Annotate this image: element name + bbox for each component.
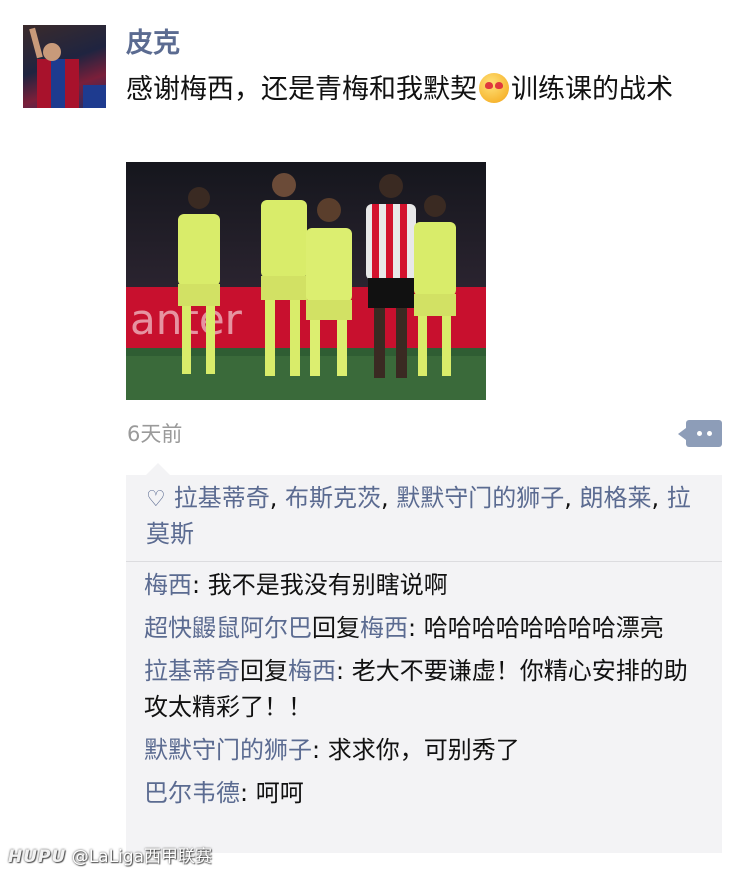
post-time: 6天前	[127, 422, 183, 446]
comment-reply-to[interactable]: 梅西	[360, 614, 408, 642]
post-text-part1: 感谢梅西，还是青梅和我默契	[126, 74, 477, 105]
comment-reply-word: 回复	[240, 657, 288, 685]
likes-comments-divider	[126, 561, 722, 562]
liker-separator: ,	[651, 484, 667, 512]
comment-text: 哈哈哈哈哈哈哈哈漂亮	[423, 614, 664, 642]
comment-item[interactable]: 巴尔韦德: 呵呵	[144, 775, 709, 811]
match-photo-illustration: anter	[126, 162, 486, 400]
comment-author[interactable]: 默默守门的狮子	[144, 736, 312, 764]
liker-separator: ,	[564, 484, 580, 512]
comment-author[interactable]: 巴尔韦德	[144, 779, 240, 807]
post-author-name[interactable]: 皮克	[126, 24, 180, 64]
comment-colon: :	[336, 657, 352, 685]
liker-separator: ,	[381, 484, 397, 512]
liker-name[interactable]: 拉基蒂奇	[174, 484, 270, 512]
comment-colon: :	[192, 571, 208, 599]
comment-item[interactable]: 超快鼹鼠阿尔巴回复梅西: 哈哈哈哈哈哈哈哈漂亮	[144, 610, 709, 646]
comment-item[interactable]: 拉基蒂奇回复梅西: 老大不要谦虚！你精心安排的助攻太精彩了！！	[144, 653, 709, 725]
post-photo[interactable]: anter	[126, 162, 486, 400]
comment-author[interactable]: 超快鼹鼠阿尔巴	[144, 614, 312, 642]
likes-list: ♡ 拉基蒂奇, 布斯克茨, 默默守门的狮子, 朗格莱, 拉莫斯	[146, 481, 706, 552]
liker-separator: ,	[269, 484, 285, 512]
watermark-account: @LaLiga西甲联赛	[71, 847, 212, 867]
comments-list: 梅西: 我不是我没有别瞎说啊 超快鼹鼠阿尔巴回复梅西: 哈哈哈哈哈哈哈哈漂亮 拉…	[144, 567, 709, 818]
comment-colon: :	[240, 779, 256, 807]
watermark-brand: HUPU	[8, 847, 67, 867]
avatar[interactable]	[23, 25, 106, 108]
more-options-button[interactable]	[678, 420, 722, 447]
comment-author[interactable]: 拉基蒂奇	[144, 657, 240, 685]
comment-author[interactable]: 梅西	[144, 571, 192, 599]
more-dots-icon-2	[707, 431, 712, 436]
post-text-part2: 训练课的战术	[511, 74, 673, 105]
comment-text: 求求你，可别秀了	[327, 736, 520, 764]
comment-colon: :	[408, 614, 424, 642]
comment-item[interactable]: 默默守门的狮子: 求求你，可别秀了	[144, 732, 709, 768]
moments-post: 皮克 感谢梅西，还是青梅和我默契 训练课的战术 anter	[0, 0, 750, 875]
comment-reply-to[interactable]: 梅西	[288, 657, 336, 685]
liker-name[interactable]: 布斯克茨	[285, 484, 381, 512]
liker-name[interactable]: 默默守门的狮子	[396, 484, 564, 512]
comment-reply-word: 回复	[312, 614, 360, 642]
heart-outline-icon: ♡	[146, 487, 166, 512]
post-text: 感谢梅西，还是青梅和我默契 训练课的战术	[126, 72, 726, 108]
heart-eyes-emoji-icon	[479, 73, 509, 103]
watermark: HUPU @LaLiga西甲联赛	[8, 845, 212, 869]
comment-text: 我不是我没有别瞎说啊	[207, 571, 448, 599]
comment-text: 呵呵	[255, 779, 304, 807]
liker-name[interactable]: 朗格莱	[580, 484, 652, 512]
comment-colon: :	[312, 736, 328, 764]
more-dots-icon	[697, 431, 702, 436]
likes-and-comments-panel: ♡ 拉基蒂奇, 布斯克茨, 默默守门的狮子, 朗格莱, 拉莫斯 梅西: 我不是我没…	[126, 463, 722, 853]
comment-item[interactable]: 梅西: 我不是我没有别瞎说啊	[144, 567, 709, 603]
